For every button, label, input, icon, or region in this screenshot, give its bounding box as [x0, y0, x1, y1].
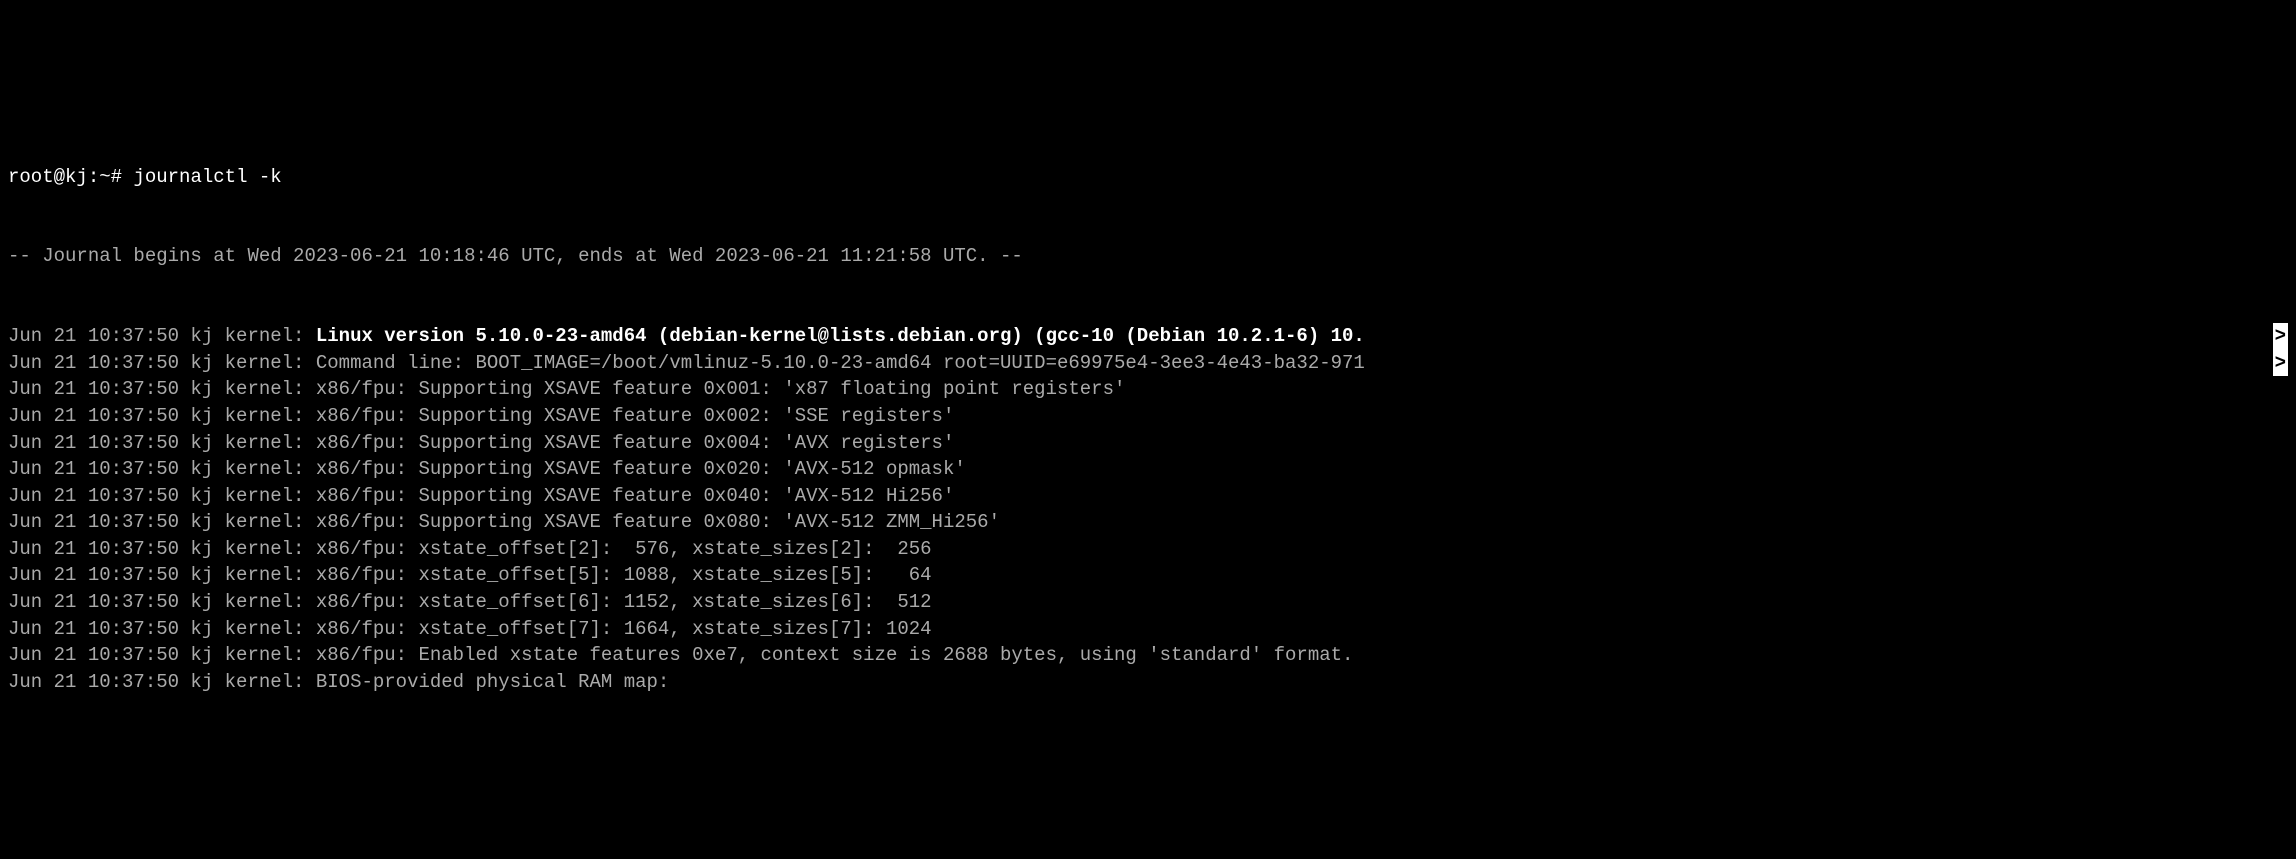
prompt-path: ~ — [99, 166, 110, 188]
command-text: journalctl -k — [133, 166, 281, 188]
log-prefix: Jun 21 10:37:50 kj kernel: — [8, 618, 316, 640]
log-message: x86/fpu: Supporting XSAVE feature 0x001:… — [316, 378, 1126, 400]
log-message: Linux version 5.10.0-23-amd64 (debian-ke… — [316, 325, 1365, 347]
log-line: Jun 21 10:37:50 kj kernel: x86/fpu: xsta… — [8, 616, 2288, 643]
journal-header: -- Journal begins at Wed 2023-06-21 10:1… — [8, 243, 2288, 270]
log-line: Jun 21 10:37:50 kj kernel: x86/fpu: xsta… — [8, 589, 2288, 616]
prompt-symbol: # — [111, 166, 122, 188]
prompt-line: root@kj:~# journalctl -k — [8, 164, 2288, 191]
log-message: BIOS-provided physical RAM map: — [316, 671, 669, 693]
log-prefix: Jun 21 10:37:50 kj kernel: — [8, 591, 316, 613]
log-line: Jun 21 10:37:50 kj kernel: x86/fpu: Supp… — [8, 403, 2288, 430]
log-line: Jun 21 10:37:50 kj kernel: x86/fpu: Supp… — [8, 456, 2288, 483]
log-prefix: Jun 21 10:37:50 kj kernel: — [8, 538, 316, 560]
log-prefix: Jun 21 10:37:50 kj kernel: — [8, 378, 316, 400]
log-line: Jun 21 10:37:50 kj kernel: x86/fpu: xsta… — [8, 536, 2288, 563]
log-message: Command line: BOOT_IMAGE=/boot/vmlinuz-5… — [316, 352, 1365, 374]
log-lines-container: Jun 21 10:37:50 kj kernel: Linux version… — [8, 323, 2288, 695]
log-prefix: Jun 21 10:37:50 kj kernel: — [8, 644, 316, 666]
log-prefix: Jun 21 10:37:50 kj kernel: — [8, 405, 316, 427]
prompt-separator: : — [88, 166, 99, 188]
scroll-right-icon: > — [2273, 323, 2288, 350]
log-message: x86/fpu: Enabled xstate features 0xe7, c… — [316, 644, 1354, 666]
log-prefix: Jun 21 10:37:50 kj kernel: — [8, 352, 316, 374]
log-prefix: Jun 21 10:37:50 kj kernel: — [8, 564, 316, 586]
log-line: Jun 21 10:37:50 kj kernel: BIOS-provided… — [8, 669, 2288, 696]
log-message: x86/fpu: Supporting XSAVE feature 0x004:… — [316, 432, 955, 454]
log-prefix: Jun 21 10:37:50 kj kernel: — [8, 325, 316, 347]
log-prefix: Jun 21 10:37:50 kj kernel: — [8, 458, 316, 480]
log-line: Jun 21 10:37:50 kj kernel: Command line:… — [8, 350, 2288, 377]
log-line: Jun 21 10:37:50 kj kernel: x86/fpu: Supp… — [8, 483, 2288, 510]
log-line: Jun 21 10:37:50 kj kernel: x86/fpu: Supp… — [8, 509, 2288, 536]
log-message: x86/fpu: xstate_offset[6]: 1152, xstate_… — [316, 591, 932, 613]
log-line: Jun 21 10:37:50 kj kernel: x86/fpu: Supp… — [8, 430, 2288, 457]
log-prefix: Jun 21 10:37:50 kj kernel: — [8, 671, 316, 693]
log-message: x86/fpu: xstate_offset[2]: 576, xstate_s… — [316, 538, 932, 560]
log-prefix: Jun 21 10:37:50 kj kernel: — [8, 432, 316, 454]
log-line: Jun 21 10:37:50 kj kernel: Linux version… — [8, 323, 2288, 350]
log-message: x86/fpu: Supporting XSAVE feature 0x080:… — [316, 511, 1000, 533]
log-line: Jun 21 10:37:50 kj kernel: x86/fpu: Supp… — [8, 376, 2288, 403]
log-prefix: Jun 21 10:37:50 kj kernel: — [8, 511, 316, 533]
log-message: x86/fpu: Supporting XSAVE feature 0x040:… — [316, 485, 955, 507]
log-line: Jun 21 10:37:50 kj kernel: x86/fpu: xsta… — [8, 562, 2288, 589]
log-message: x86/fpu: Supporting XSAVE feature 0x002:… — [316, 405, 955, 427]
log-message: x86/fpu: xstate_offset[7]: 1664, xstate_… — [316, 618, 932, 640]
scroll-right-icon: > — [2273, 350, 2288, 377]
log-message: x86/fpu: Supporting XSAVE feature 0x020:… — [316, 458, 966, 480]
log-line: Jun 21 10:37:50 kj kernel: x86/fpu: Enab… — [8, 642, 2288, 669]
terminal-output[interactable]: root@kj:~# journalctl -k -- Journal begi… — [8, 110, 2288, 722]
log-prefix: Jun 21 10:37:50 kj kernel: — [8, 485, 316, 507]
prompt-user-host: root@kj — [8, 166, 88, 188]
prompt-space — [122, 166, 133, 188]
log-message: x86/fpu: xstate_offset[5]: 1088, xstate_… — [316, 564, 932, 586]
